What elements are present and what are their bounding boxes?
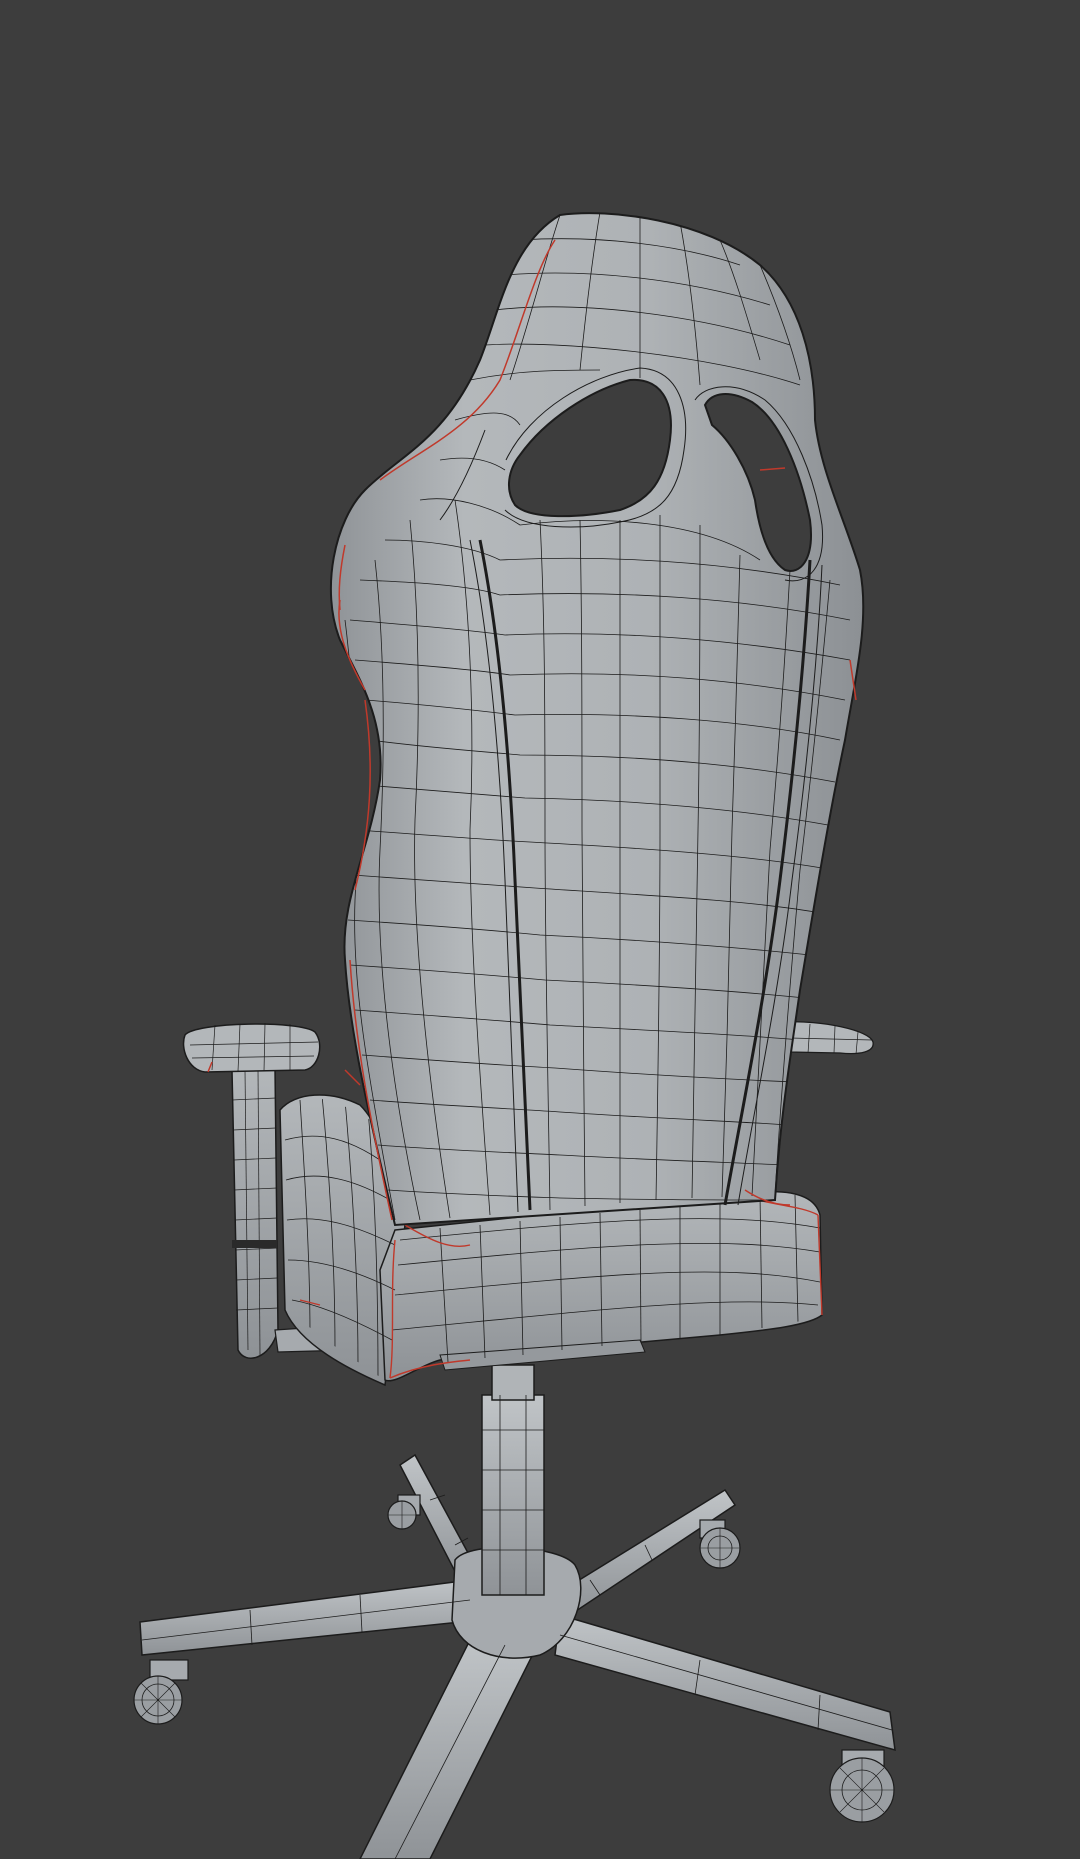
3d-viewport[interactable] xyxy=(0,0,1080,1859)
gas-cylinder xyxy=(481,1364,545,1596)
armrest-right xyxy=(784,1021,874,1055)
caster-front-right xyxy=(829,1749,895,1823)
backrest xyxy=(329,212,865,1226)
caster-rear-right xyxy=(699,1519,741,1569)
leg-front-left xyxy=(139,1579,481,1656)
chair-wireframe-render xyxy=(133,212,896,1859)
caster-rear-left xyxy=(387,1494,421,1530)
caster-front-left xyxy=(133,1659,189,1725)
leg-front xyxy=(359,1639,537,1859)
